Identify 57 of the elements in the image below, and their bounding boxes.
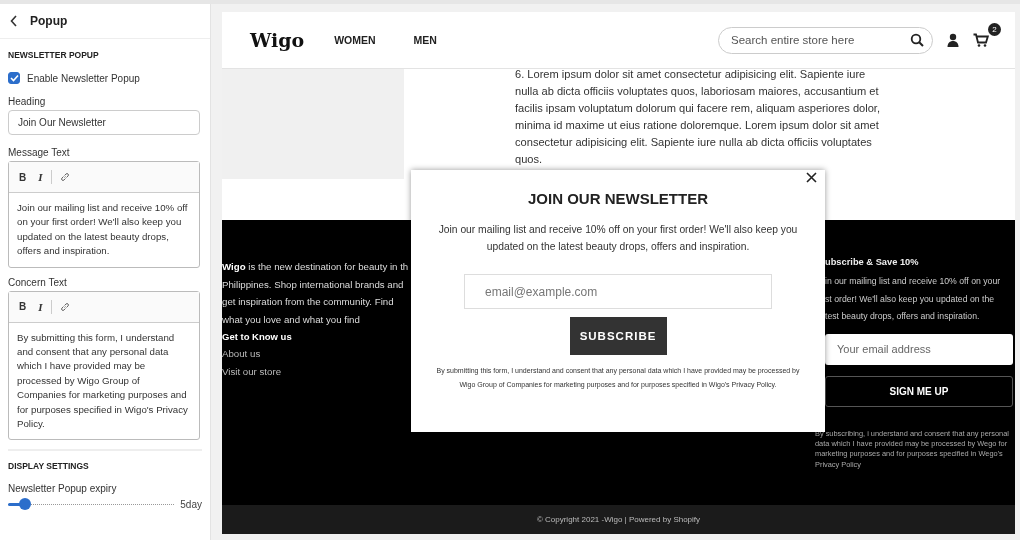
field-label: Concern Text bbox=[8, 276, 68, 288]
footer-text: in our mailing list and receive 10% off on your bbox=[825, 275, 1002, 288]
footer-heading: Get to Know us bbox=[222, 331, 293, 342]
slider-value: 5day bbox=[180, 498, 202, 510]
checkmark-icon bbox=[9, 74, 19, 82]
bold-button[interactable]: B bbox=[15, 299, 31, 315]
section-heading: DISPLAY SETTINGS bbox=[8, 461, 90, 472]
search-icon bbox=[910, 33, 924, 47]
cart-button[interactable]: 2 bbox=[973, 23, 1001, 47]
account-button[interactable] bbox=[947, 33, 959, 47]
back-button[interactable] bbox=[8, 13, 20, 29]
slider-thumb[interactable] bbox=[18, 498, 31, 511]
footer-text: Philippines. Shop international brands and bbox=[222, 277, 405, 292]
footer-heading: ubscribe & Save 10% bbox=[825, 257, 920, 267]
link-icon bbox=[59, 301, 70, 312]
copyright-text: © Copyright 2021 -Wigo | Powered by Shopify bbox=[222, 505, 1015, 534]
body-text: 6. Lorem ipsum dolor sit amet consectetur adipisicing elit. Sapiente iure nulla ab dicta officiis voluptates quos, laboriosam maiores, accusantium et facilis ipsam voluptatum dolorum qui facere rem, aliquam asperiores dolor, minima id maxime ut eius ratione doloremque. Lorem ipsum dolor sit amet consectetur adipisicing elit. Sapiente iure nulla ab dicta officiis voluptates quos. bbox=[515, 67, 882, 167]
store-logo[interactable]: Wigo bbox=[250, 29, 305, 51]
cart-count-badge: 2 bbox=[988, 23, 1001, 36]
slider-track[interactable] bbox=[8, 498, 175, 511]
nav-link[interactable]: MEN bbox=[413, 34, 437, 46]
search-input[interactable]: Search entire store here bbox=[729, 33, 910, 47]
field-label: Heading bbox=[8, 96, 47, 107]
checkbox[interactable] bbox=[8, 72, 20, 84]
footer-text: Wigo is the new destination for beauty in th bbox=[222, 260, 410, 274]
close-button[interactable] bbox=[806, 172, 817, 183]
italic-button[interactable]: I bbox=[34, 298, 47, 315]
field-label: Message Text bbox=[8, 147, 71, 158]
editor-text: Join our mailing list and receive 10% off on your first order! We'll also keep you updated on the latest beauty drops, offers and inspiration. bbox=[16, 201, 189, 259]
subscribe-button[interactable]: SUBSCRIBE bbox=[569, 317, 667, 355]
rich-text-editor[interactable] bbox=[8, 290, 200, 441]
italic-button[interactable]: I bbox=[34, 169, 47, 185]
footer-text: what you love and what you find bbox=[222, 312, 361, 327]
nav-link[interactable]: WOMEN bbox=[334, 34, 376, 46]
bold-button[interactable]: B bbox=[15, 169, 31, 185]
checkbox-label: Enable Newsletter Popup bbox=[27, 72, 140, 84]
sign-up-button[interactable]: SIGN ME UP bbox=[825, 375, 1013, 407]
footer-link[interactable]: About us bbox=[222, 345, 412, 363]
footer-text: get inspiration from the community. Find bbox=[222, 295, 395, 309]
footer-link[interactable]: Visit our store bbox=[222, 362, 412, 380]
popup-message: Join our mailing list and receive 10% off on your first order! We'll also keep you updated on the latest beauty drops, offers and inspiration. bbox=[437, 223, 799, 254]
link-icon bbox=[59, 172, 70, 182]
heading-input[interactable]: Join Our Newsletter bbox=[8, 110, 200, 135]
editor-text: By submitting this form, I understand and consent that any personal data which I have provided may be processed by Wigo Group of Companies for marketing purposes and for purposes specified in Wigo's Privacy Policy. bbox=[16, 330, 189, 432]
footer-text: st order! We'll also keep you updated on the bbox=[825, 292, 996, 306]
close-icon bbox=[806, 172, 817, 183]
section-heading: NEWSLETTER POPUP bbox=[8, 50, 100, 60]
person-icon bbox=[947, 33, 959, 47]
field-label: Newsletter Popup expiry bbox=[8, 483, 118, 495]
popup-title: JOIN OUR NEWSLETTER bbox=[528, 190, 708, 207]
rich-text-editor[interactable]: B I Join our mailing list and receive 10% off on your first order! We'll also keep you updated on the latest beauty drops, offers and inspiration. bbox=[8, 161, 200, 268]
panel-title: Popup bbox=[30, 14, 68, 28]
email-field[interactable]: Your email address bbox=[825, 333, 1013, 365]
chevron-left-icon bbox=[10, 15, 18, 27]
email-field[interactable]: email@example.com bbox=[464, 274, 772, 309]
cart-icon bbox=[973, 33, 989, 47]
footer-text: test beauty drops, offers and inspiration. bbox=[825, 310, 981, 323]
